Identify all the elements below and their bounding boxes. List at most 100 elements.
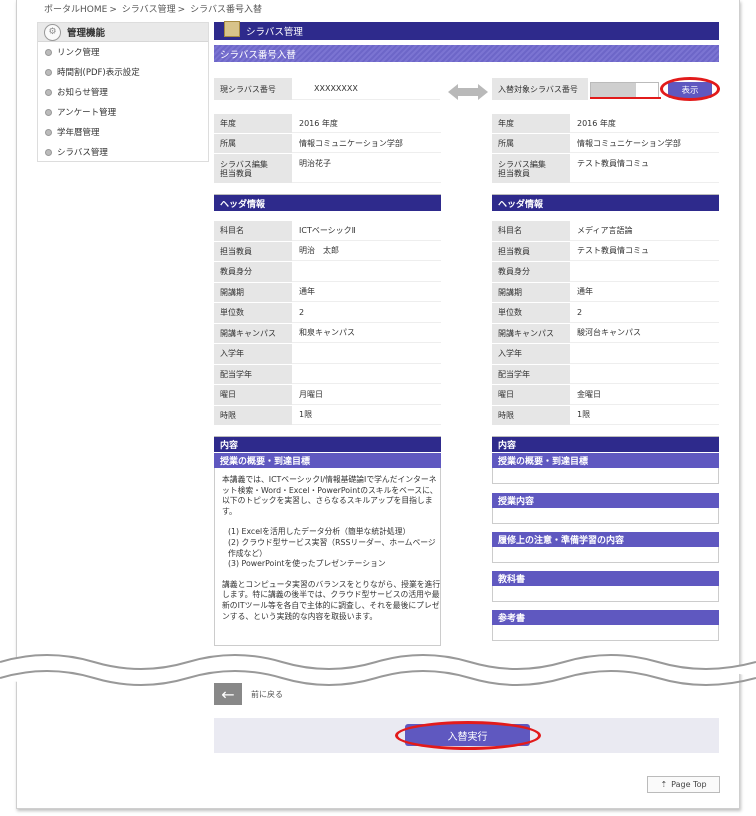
- left-meta-row: 年度 2016 年度: [214, 113, 441, 133]
- left-header-row: 科目名 ICTベーシックⅡ: [214, 220, 441, 241]
- right-content-box: [492, 468, 719, 484]
- left-header-value: 和泉キャンパス: [292, 324, 441, 343]
- right-section-notes: 履修上の注意・準備学習の内容: [492, 532, 719, 547]
- left-header-label: 単位数: [214, 303, 292, 323]
- breadcrumb-syllabus[interactable]: シラバス管理: [122, 5, 176, 15]
- section-title: シラバス番号入替: [214, 45, 719, 62]
- left-meta-row: シラバス編集 担当教員 明治花子: [214, 153, 441, 183]
- right-header-row: 配当学年: [492, 363, 719, 384]
- breadcrumb: ポータルHOME > シラバス管理 > シラバス番号入替: [44, 5, 262, 15]
- right-section-textbook: 教科書: [492, 571, 719, 586]
- right-header-value: 1限: [570, 406, 719, 425]
- sidebar-item-survey[interactable]: アンケート管理: [38, 102, 208, 122]
- right-header-info-title: ヘッダ情報: [492, 194, 719, 211]
- left-header-value: [292, 262, 441, 282]
- right-meta-value: 情報コミュニケーション学部: [570, 134, 719, 153]
- right-section-reference-box: [492, 625, 719, 641]
- left-header-value: 通年: [292, 283, 441, 302]
- bullet-icon: [45, 48, 52, 56]
- breadcrumb-current: シラバス番号入替: [190, 5, 262, 15]
- left-content-title: 内容: [214, 436, 441, 452]
- document-icon: [224, 21, 240, 37]
- right-header-value: テスト教員情コミュ: [570, 242, 719, 261]
- page-title-text: シラバス管理: [246, 27, 303, 38]
- right-section-lesson: 授業内容: [492, 493, 719, 508]
- left-header-value: [292, 344, 441, 364]
- arrow-left-icon[interactable]: ←: [214, 683, 242, 705]
- right-header-value: 2: [570, 303, 719, 323]
- breadcrumb-home[interactable]: ポータルHOME: [44, 5, 107, 15]
- sidebar-item-notice[interactable]: お知らせ管理: [38, 82, 208, 102]
- left-content-text: 本講義では、ICTベーシックI/情報基礎論Iで学んだインターネット検索・Word…: [222, 475, 442, 632]
- right-meta-row: 年度 2016 年度: [492, 113, 719, 133]
- right-content-title: 内容: [492, 436, 719, 452]
- right-section-lesson-box: [492, 508, 719, 524]
- right-meta-label: シラバス編集 担当教員: [492, 154, 570, 183]
- sidebar-item-calendar[interactable]: 学年暦管理: [38, 122, 208, 142]
- left-meta-value: 2016 年度: [292, 114, 441, 133]
- right-header-row: 曜日 金曜日: [492, 384, 719, 405]
- left-header-row: 曜日 月曜日: [214, 384, 441, 405]
- right-header-label: 配当学年: [492, 364, 570, 384]
- left-header-row: 時限 1限: [214, 404, 441, 425]
- sidebar-item-label: 学年暦管理: [57, 128, 100, 138]
- right-section-reference: 参考書: [492, 610, 719, 625]
- left-header-label: 担当教員: [214, 241, 292, 261]
- left-header-label: 教員身分: [214, 262, 292, 282]
- left-header-value: [292, 365, 441, 384]
- left-header-row: 開講期 通年: [214, 281, 441, 302]
- right-meta-row: シラバス編集 担当教員 テスト教員情コミュ: [492, 153, 719, 183]
- sidebar-title: 管理機能: [67, 28, 106, 39]
- right-header-label: 入学年: [492, 344, 570, 364]
- left-meta-row: 所属 情報コミュニケーション学部: [214, 133, 441, 153]
- left-meta-label: シラバス編集 担当教員: [214, 154, 292, 183]
- right-header-row: 教員身分: [492, 261, 719, 282]
- right-content-sub: 授業の概要・到達目標: [492, 453, 719, 468]
- sidebar-item-syllabus[interactable]: シラバス管理: [38, 142, 208, 162]
- sidebar-item-link[interactable]: リンク管理: [38, 42, 208, 62]
- left-meta-value: 明治花子: [292, 154, 441, 183]
- left-header-label: 曜日: [214, 385, 292, 405]
- right-header-label: 時限: [492, 405, 570, 425]
- content-paragraph: 本講義では、ICTベーシックI/情報基礎論Iで学んだインターネット検索・Word…: [222, 475, 438, 516]
- right-header-label: 科目名: [492, 221, 570, 241]
- right-header-value: 駿河台キャンパス: [570, 324, 719, 343]
- right-header-label: 担当教員: [492, 241, 570, 261]
- right-header-row: 入学年: [492, 343, 719, 364]
- right-header-value: [570, 365, 719, 384]
- bullet-icon: [45, 148, 52, 156]
- right-header-value: 通年: [570, 283, 719, 302]
- right-header-label: 開講期: [492, 282, 570, 302]
- current-number-label: 現シラバス番号: [214, 78, 292, 100]
- right-meta-label: 年度: [492, 114, 570, 133]
- left-header-row: 配当学年: [214, 363, 441, 384]
- bullet-icon: [45, 88, 52, 96]
- left-header-label: 開講キャンパス: [214, 323, 292, 343]
- left-header-value: 月曜日: [292, 385, 441, 405]
- page-top-button[interactable]: ⇡ Page Top: [647, 776, 720, 793]
- right-meta-row: 所属 情報コミュニケーション学部: [492, 133, 719, 153]
- left-header-value: 明治 太郎: [292, 242, 441, 261]
- content-paragraph: (1) Excelを活用したデータ分析（簡単な統計処理） (2) クラウド型サー…: [228, 527, 436, 569]
- current-number-row: 現シラバス番号 XXXXXXXX: [214, 77, 440, 100]
- right-section-textbook-box: [492, 586, 719, 602]
- left-header-row: 担当教員 明治 太郎: [214, 240, 441, 261]
- back-link[interactable]: ← 前に戻る: [214, 683, 283, 705]
- swap-arrow-icon: [448, 84, 488, 100]
- left-meta-label: 所属: [214, 134, 292, 153]
- right-header-value: 金曜日: [570, 385, 719, 405]
- sidebar-item-timetable[interactable]: 時間割(PDF)表示設定: [38, 62, 208, 82]
- bullet-icon: [45, 128, 52, 136]
- highlight-circle: [660, 77, 720, 101]
- back-label[interactable]: 前に戻る: [251, 689, 283, 700]
- left-header-row: 教員身分: [214, 261, 441, 282]
- current-number-value: XXXXXXXX: [292, 78, 440, 100]
- gear-icon: ⚙: [44, 23, 61, 41]
- left-header-row: 単位数 2: [214, 302, 441, 323]
- right-header-row: 単位数 2: [492, 302, 719, 323]
- left-header-info-title: ヘッダ情報: [214, 194, 441, 211]
- left-meta-label: 年度: [214, 114, 292, 133]
- right-header-row: 開講キャンパス 駿河台キャンパス: [492, 322, 719, 343]
- target-number-label: 入替対象シラバス番号: [492, 78, 588, 100]
- right-header-label: 開講キャンパス: [492, 323, 570, 343]
